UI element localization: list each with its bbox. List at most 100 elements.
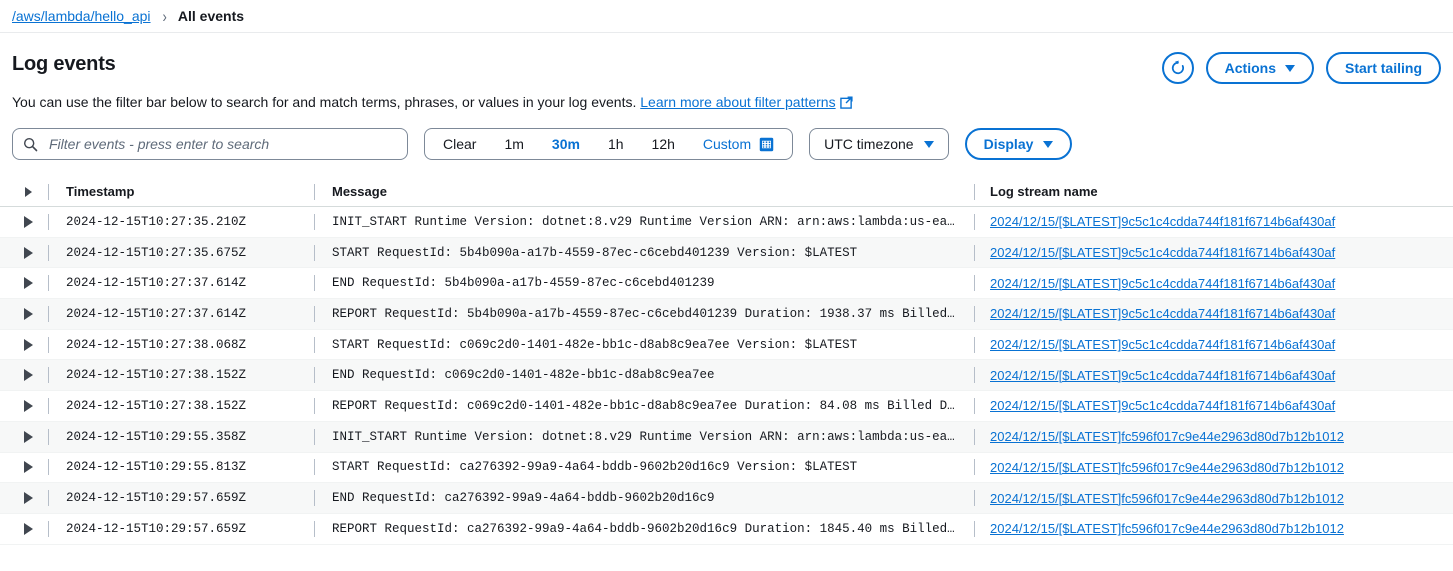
log-stream-link[interactable]: 2024/12/15/[$LATEST]fc596f017c9e44e2963d… [990, 521, 1344, 536]
log-stream-link[interactable]: 2024/12/15/[$LATEST]9c5c1c4cdda744f181f6… [990, 276, 1335, 291]
cell-timestamp: 2024-12-15T10:27:37.614Z [56, 307, 314, 321]
chevron-right-icon [24, 492, 33, 504]
chevron-right-icon [24, 277, 33, 289]
search-input[interactable] [47, 135, 397, 153]
filter-patterns-link[interactable]: Learn more about filter patterns [640, 94, 835, 110]
cell-message: START RequestId: c069c2d0-1401-482e-bb1c… [314, 338, 974, 352]
breadcrumb-separator-icon: › [163, 8, 167, 24]
table-row[interactable]: 2024-12-15T10:27:37.614ZREPORT RequestId… [0, 299, 1453, 330]
cell-message: END RequestId: 5b4b090a-a17b-4559-87ec-c… [314, 276, 974, 290]
cell-message: REPORT RequestId: c069c2d0-1401-482e-bb1… [314, 399, 974, 413]
cell-timestamp: 2024-12-15T10:29:57.659Z [56, 522, 314, 536]
time-range-clear[interactable]: Clear [429, 129, 490, 159]
table-row[interactable]: 2024-12-15T10:29:57.659ZEND RequestId: c… [0, 483, 1453, 514]
time-range-custom-label: Custom [703, 129, 751, 159]
time-range-group: Clear 1m 30m 1h 12h Custom [424, 128, 793, 160]
message-text: INIT_START Runtime Version: dotnet:8.v29… [332, 215, 962, 229]
actions-button-label: Actions [1225, 60, 1276, 76]
time-range-custom[interactable]: Custom [689, 129, 788, 159]
chevron-right-icon [24, 461, 33, 473]
cell-log-stream: 2024/12/15/[$LATEST]9c5c1c4cdda744f181f6… [974, 245, 1453, 260]
actions-button[interactable]: Actions [1206, 52, 1314, 84]
chevron-right-icon [24, 339, 33, 351]
cell-log-stream: 2024/12/15/[$LATEST]9c5c1c4cdda744f181f6… [974, 368, 1453, 383]
timezone-select-label: UTC timezone [824, 136, 913, 152]
time-range-1h[interactable]: 1h [594, 129, 638, 159]
log-stream-link[interactable]: 2024/12/15/[$LATEST]9c5c1c4cdda744f181f6… [990, 398, 1335, 413]
table-row[interactable]: 2024-12-15T10:27:38.152ZREPORT RequestId… [0, 391, 1453, 422]
refresh-icon [1169, 59, 1187, 77]
table-header-row: Timestamp Message Log stream name [0, 177, 1453, 207]
refresh-button[interactable] [1162, 52, 1194, 84]
table-row[interactable]: 2024-12-15T10:29:55.358Z INIT_START Runti… [0, 422, 1453, 453]
timezone-select[interactable]: UTC timezone [809, 128, 948, 160]
message-text: INIT_START Runtime Version: dotnet:8.v29… [332, 430, 962, 444]
time-range-12h[interactable]: 12h [638, 129, 689, 159]
search-box[interactable] [12, 128, 408, 160]
message-text: END RequestId: c069c2d0-1401-482e-bb1c-d… [332, 368, 962, 382]
chevron-down-icon [1285, 65, 1295, 72]
chevron-right-icon [24, 523, 33, 535]
column-header-timestamp[interactable]: Timestamp [56, 184, 314, 199]
cell-log-stream: 2024/12/15/[$LATEST]9c5c1c4cdda744f181f6… [974, 276, 1453, 291]
log-stream-link[interactable]: 2024/12/15/[$LATEST]9c5c1c4cdda744f181f6… [990, 368, 1335, 383]
page-title: Log events [12, 52, 116, 76]
chevron-right-icon [24, 400, 33, 412]
message-text: START RequestId: 5b4b090a-a17b-4559-87ec… [332, 246, 962, 260]
cell-timestamp: 2024-12-15T10:27:38.068Z [56, 338, 314, 352]
time-range-1m[interactable]: 1m [490, 129, 537, 159]
message-text: START RequestId: ca276392-99a9-4a64-bddb… [332, 460, 962, 474]
log-stream-link[interactable]: 2024/12/15/[$LATEST]9c5c1c4cdda744f181f6… [990, 306, 1335, 321]
table-body: 2024-12-15T10:27:35.210Z INIT_START Runti… [0, 207, 1453, 545]
cell-log-stream: 2024/12/15/[$LATEST]fc596f017c9e44e2963d… [974, 521, 1453, 536]
table-row[interactable]: 2024-12-15T10:27:35.210Z INIT_START Runti… [0, 207, 1453, 238]
table-row[interactable]: 2024-12-15T10:27:38.152Z END RequestId: c… [0, 360, 1453, 391]
table-row[interactable]: 2024-12-15T10:27:37.614ZEND RequestId: 5… [0, 268, 1453, 299]
cell-log-stream: 2024/12/15/[$LATEST]9c5c1c4cdda744f181f6… [974, 398, 1453, 413]
cell-timestamp: 2024-12-15T10:27:35.210Z [56, 215, 314, 229]
external-link-icon [840, 95, 853, 113]
cell-message: INIT_START Runtime Version: dotnet:8.v29… [314, 430, 974, 444]
cell-timestamp: 2024-12-15T10:29:55.358Z [56, 430, 314, 444]
table-row[interactable]: 2024-12-15T10:27:38.068Z START RequestId:… [0, 330, 1453, 361]
cell-message: REPORT RequestId: ca276392-99a9-4a64-bdd… [314, 522, 974, 536]
cell-message: END RequestId: ca276392-99a9-4a64-bddb-9… [314, 491, 974, 505]
chevron-right-icon [24, 431, 33, 443]
cell-timestamp: 2024-12-15T10:29:57.659Z [56, 491, 314, 505]
column-header-log-stream[interactable]: Log stream name [974, 184, 1453, 199]
cell-message: START RequestId: ca276392-99a9-4a64-bddb… [314, 460, 974, 474]
cell-timestamp: 2024-12-15T10:27:38.152Z [56, 368, 314, 382]
breadcrumb-link-log-group[interactable]: /aws/lambda/hello_api [12, 8, 151, 24]
column-header-message[interactable]: Message [314, 184, 974, 199]
message-text: START RequestId: c069c2d0-1401-482e-bb1c… [332, 338, 962, 352]
table-row[interactable]: 2024-12-15T10:29:55.813Z START RequestId:… [0, 453, 1453, 484]
header-actions: Actions Start tailing [1162, 52, 1441, 84]
breadcrumb: /aws/lambda/hello_api › All events [0, 0, 1453, 33]
log-stream-link[interactable]: 2024/12/15/[$LATEST]9c5c1c4cdda744f181f6… [990, 245, 1335, 260]
log-stream-link[interactable]: 2024/12/15/[$LATEST]fc596f017c9e44e2963d… [990, 429, 1344, 444]
log-stream-link[interactable]: 2024/12/15/[$LATEST]fc596f017c9e44e2963d… [990, 491, 1344, 506]
cell-log-stream: 2024/12/15/[$LATEST]9c5c1c4cdda744f181f6… [974, 337, 1453, 352]
cell-message: START RequestId: 5b4b090a-a17b-4559-87ec… [314, 246, 974, 260]
table-row[interactable]: 2024-12-15T10:27:35.675ZSTART RequestId:… [0, 238, 1453, 269]
cell-message: END RequestId: c069c2d0-1401-482e-bb1c-d… [314, 368, 974, 382]
start-tailing-button[interactable]: Start tailing [1326, 52, 1441, 84]
filter-toolbar: Clear 1m 30m 1h 12h Custom UTC timezone … [0, 113, 1453, 160]
log-stream-link[interactable]: 2024/12/15/[$LATEST]fc596f017c9e44e2963d… [990, 460, 1344, 475]
chevron-right-icon [24, 216, 33, 228]
cell-timestamp: 2024-12-15T10:27:38.152Z [56, 399, 314, 413]
cell-log-stream: 2024/12/15/[$LATEST]fc596f017c9e44e2963d… [974, 460, 1453, 475]
message-text: REPORT RequestId: ca276392-99a9-4a64-bdd… [332, 522, 962, 536]
log-stream-link[interactable]: 2024/12/15/[$LATEST]9c5c1c4cdda744f181f6… [990, 337, 1335, 352]
cell-log-stream: 2024/12/15/[$LATEST]9c5c1c4cdda744f181f6… [974, 306, 1453, 321]
chevron-right-icon [24, 308, 33, 320]
log-events-table: Timestamp Message Log stream name 2024-1… [0, 177, 1453, 545]
breadcrumb-current: All events [178, 8, 244, 24]
cell-log-stream: 2024/12/15/[$LATEST]fc596f017c9e44e2963d… [974, 429, 1453, 444]
time-range-30m[interactable]: 30m [538, 129, 594, 159]
cell-timestamp: 2024-12-15T10:29:55.813Z [56, 460, 314, 474]
table-row[interactable]: 2024-12-15T10:29:57.659Z REPORT RequestId… [0, 514, 1453, 545]
display-button[interactable]: Display [965, 128, 1073, 160]
message-text: END RequestId: 5b4b090a-a17b-4559-87ec-c… [332, 276, 962, 290]
log-stream-link[interactable]: 2024/12/15/[$LATEST]9c5c1c4cdda744f181f6… [990, 214, 1335, 229]
